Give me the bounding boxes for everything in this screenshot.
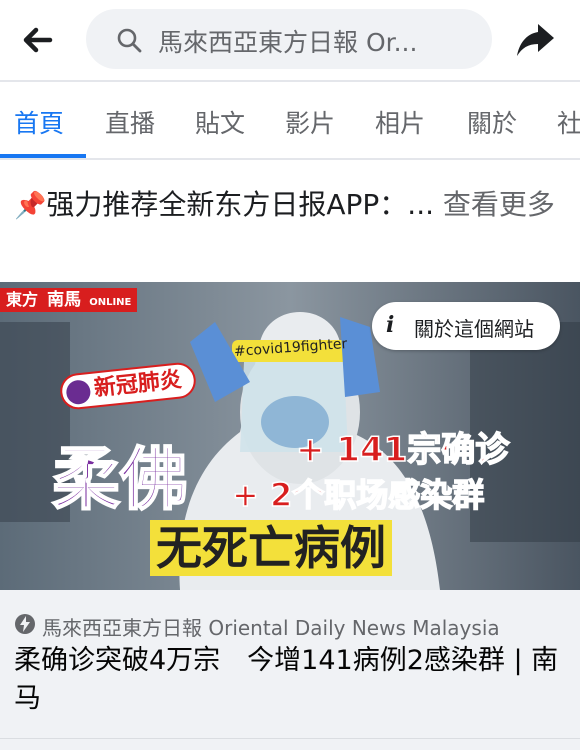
about-site-button[interactable]: i 關於這個網站 [372,302,560,350]
arrow-left-icon [23,27,53,53]
see-more-link[interactable]: 查看更多 [443,188,555,221]
post-text: 📌强力推荐全新东方日报APP：... 查看更多 [14,186,570,225]
tab-videos[interactable]: 影片 [285,104,335,140]
page-tabs: 首頁 直播 貼文 影片 相片 關於 社 [0,82,580,158]
ad-line-2: + 2个职场感染群 [231,475,485,515]
ad-line-1: + 141宗确诊 [295,429,510,471]
tab-posts[interactable]: 貼文 [195,104,245,140]
link-headline: 柔确诊突破4万宗 今增141病例2感染群 | 南马 [14,645,559,714]
brand-logo: 東方 南馬 ONLINE [0,288,138,312]
divider [0,158,580,160]
link-source: 馬來西亞東方日報 Oriental Daily News Malaysia [42,616,500,640]
post-body: 强力推荐全新东方日报APP：... [46,188,443,221]
info-icon: i [386,312,395,338]
link-preview[interactable]: 馬來西亞東方日報 Oriental Daily News Malaysia 柔确… [0,590,580,750]
tab-home[interactable]: 首頁 [14,104,64,140]
tab-live[interactable]: 直播 [105,104,155,140]
tab-community[interactable]: 社 [557,104,580,140]
pushpin-icon: 📌 [14,191,47,221]
brand-region: 南馬 [47,290,82,310]
ad-line-3: 无死亡病例 [150,520,392,576]
share-arrow-icon [517,24,554,56]
tab-about[interactable]: 關於 [467,104,517,140]
brand-name: 東方 [6,290,39,309]
search-text: 馬來西亞東方日報 Or... [158,28,418,57]
search-bar[interactable]: 馬來西亞東方日報 Or... [86,9,492,69]
about-site-label: 關於這個網站 [414,317,534,341]
divider [0,738,580,739]
back-button[interactable] [18,22,58,58]
brand-online: ONLINE [89,297,132,308]
tab-photos[interactable]: 相片 [375,104,425,140]
search-icon [117,28,142,53]
share-button[interactable] [514,18,558,62]
covid-tag-label: 新冠肺炎 [92,367,183,402]
ad-place: 柔佛 [51,440,189,521]
instant-article-icon [15,614,35,634]
virus-icon [65,379,92,406]
top-bar: 馬來西亞東方日報 Or... [0,0,580,80]
